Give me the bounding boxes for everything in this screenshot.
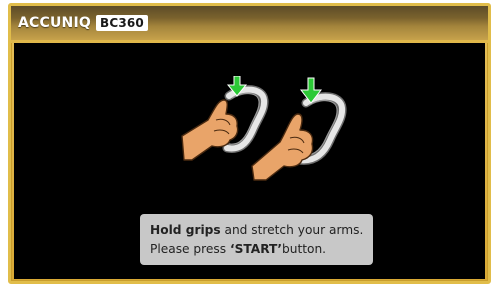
display-screen: Hold grips and stretch your arms. Please…: [14, 43, 485, 279]
instruction-text: Please press: [150, 242, 230, 256]
model-badge: BC360: [95, 15, 148, 31]
device-frame: ACCUNIQ BC360 Hold grips and stretch you…: [8, 3, 491, 284]
instruction-line-2: Please press ‘START’button.: [150, 240, 363, 259]
brand-name: ACCUNIQ: [18, 15, 91, 31]
instruction-line-1: Hold grips and stretch your arms.: [150, 221, 363, 240]
start-keyword: ‘START’: [229, 242, 282, 256]
header-bar: ACCUNIQ BC360: [11, 6, 488, 43]
instruction-message: Hold grips and stretch your arms. Please…: [140, 214, 373, 265]
left-hand-grip-icon: [181, 76, 269, 161]
instruction-text: button.: [281, 242, 327, 256]
instruction-highlight: Hold grips: [150, 223, 221, 237]
brand-logo: ACCUNIQ BC360: [18, 14, 148, 32]
instruction-text: and stretch your arms.: [220, 223, 364, 237]
hand-grip-illustration: [181, 76, 347, 181]
